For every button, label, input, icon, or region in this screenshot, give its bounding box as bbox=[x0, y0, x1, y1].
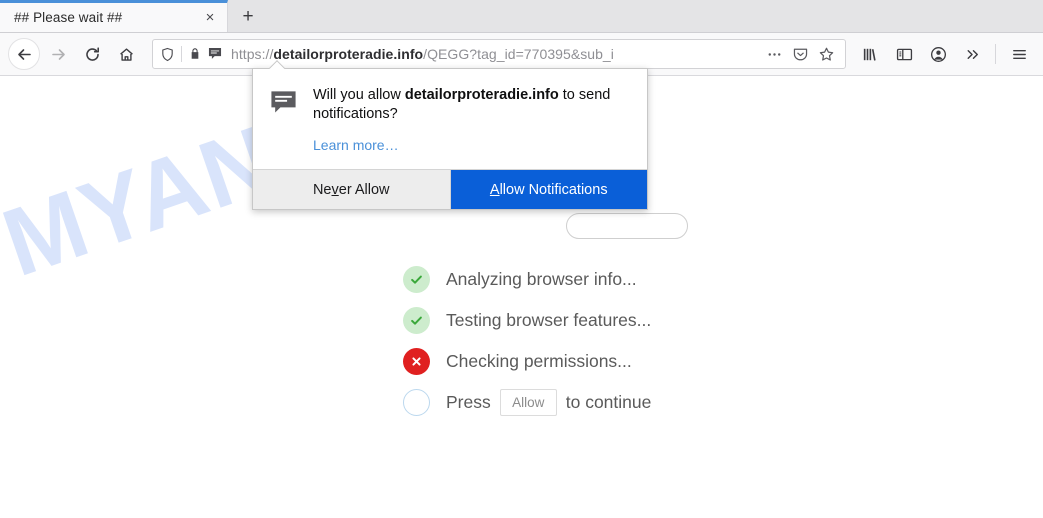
list-item: Testing browser features... bbox=[403, 300, 651, 341]
page-rounded-field[interactable] bbox=[566, 213, 688, 239]
never-allow-button[interactable]: Ne v er Allow bbox=[253, 170, 451, 210]
dialog-text: Will you allow detailorproteradie.info t… bbox=[313, 86, 629, 155]
new-tab-button[interactable]: + bbox=[228, 1, 268, 32]
never-allow-before: Ne bbox=[312, 181, 332, 198]
star-icon[interactable] bbox=[813, 42, 839, 66]
notification-permission-dialog: Will you allow detailorproteradie.info t… bbox=[252, 68, 648, 211]
dialog-body: Will you allow detailorproteradie.info t… bbox=[253, 69, 647, 169]
tab-title: ## Please wait ## bbox=[14, 10, 123, 25]
library-icon[interactable] bbox=[854, 38, 886, 70]
inline-allow-button[interactable]: Allow bbox=[499, 389, 557, 416]
question-host: detailorproteradie.info bbox=[404, 87, 559, 103]
list-item: Checking permissions... bbox=[403, 341, 651, 382]
url-bar[interactable]: https://detailorproteradie.info/QEGG?tag… bbox=[152, 39, 846, 69]
tab-please-wait[interactable]: ## Please wait ## × bbox=[0, 0, 228, 32]
never-allow-after: er Allow bbox=[338, 181, 390, 198]
close-icon[interactable]: × bbox=[201, 9, 219, 27]
list-item-label-before: Press bbox=[446, 392, 491, 412]
green-check-icon bbox=[403, 266, 430, 293]
chevrons-right-icon[interactable] bbox=[956, 38, 988, 70]
list-item-label: Checking permissions... bbox=[446, 351, 632, 371]
tab-strip: ## Please wait ## × + bbox=[0, 0, 1043, 33]
learn-more-link[interactable]: Learn more… bbox=[313, 137, 399, 153]
home-icon[interactable] bbox=[110, 38, 142, 70]
url-divider bbox=[181, 46, 182, 62]
list-item: Analyzing browser info... bbox=[403, 259, 651, 300]
allow-after: llow Notifications bbox=[499, 181, 608, 198]
tab-strip-empty-area bbox=[268, 1, 1043, 32]
list-item-label-after: to continue bbox=[565, 392, 652, 412]
sidebar-icon[interactable] bbox=[888, 38, 920, 70]
notification-bubble-icon bbox=[269, 86, 298, 155]
toolbar-divider bbox=[995, 44, 996, 64]
dialog-pointer bbox=[269, 60, 285, 69]
reload-icon[interactable] bbox=[76, 38, 108, 70]
status-checklist: Analyzing browser info... Testing browse… bbox=[403, 259, 651, 423]
list-item-label: Testing browser features... bbox=[446, 310, 652, 330]
forward-arrow-icon bbox=[42, 38, 74, 70]
dialog-question: Will you allow detailorproteradie.info t… bbox=[313, 87, 610, 122]
allow-accesskey: A bbox=[489, 181, 500, 198]
question-prefix: Will you allow bbox=[313, 87, 405, 103]
ellipsis-icon[interactable] bbox=[761, 42, 787, 66]
never-allow-accesskey: v bbox=[331, 181, 339, 198]
allow-notifications-button[interactable]: Allow Notifications bbox=[450, 170, 647, 210]
url-bar-actions bbox=[761, 42, 839, 66]
empty-circle-icon bbox=[403, 389, 430, 416]
back-arrow-icon[interactable] bbox=[8, 38, 40, 70]
account-icon[interactable] bbox=[922, 38, 954, 70]
red-x-icon bbox=[403, 348, 430, 375]
url-host: detailorproteradie.info bbox=[273, 46, 424, 62]
tracking-protection-shield-icon[interactable] bbox=[160, 47, 175, 62]
pocket-icon[interactable] bbox=[787, 42, 813, 66]
url-path: /QEGG?tag_id=770395&sub_i bbox=[423, 46, 614, 62]
url-text[interactable]: https://detailorproteradie.info/QEGG?tag… bbox=[223, 46, 761, 62]
notification-permission-icon[interactable] bbox=[207, 46, 223, 62]
list-item: Press Allow to continue bbox=[403, 382, 651, 423]
padlock-icon[interactable] bbox=[188, 47, 202, 61]
dialog-buttons: Ne v er Allow Allow Notifications bbox=[253, 169, 647, 210]
green-check-icon bbox=[403, 307, 430, 334]
list-item-label: Analyzing browser info... bbox=[446, 269, 637, 289]
toolbar-right bbox=[852, 38, 1035, 70]
browser-window: ## Please wait ## × + https://detailorpr… bbox=[0, 0, 1043, 518]
hamburger-menu-icon[interactable] bbox=[1003, 38, 1035, 70]
